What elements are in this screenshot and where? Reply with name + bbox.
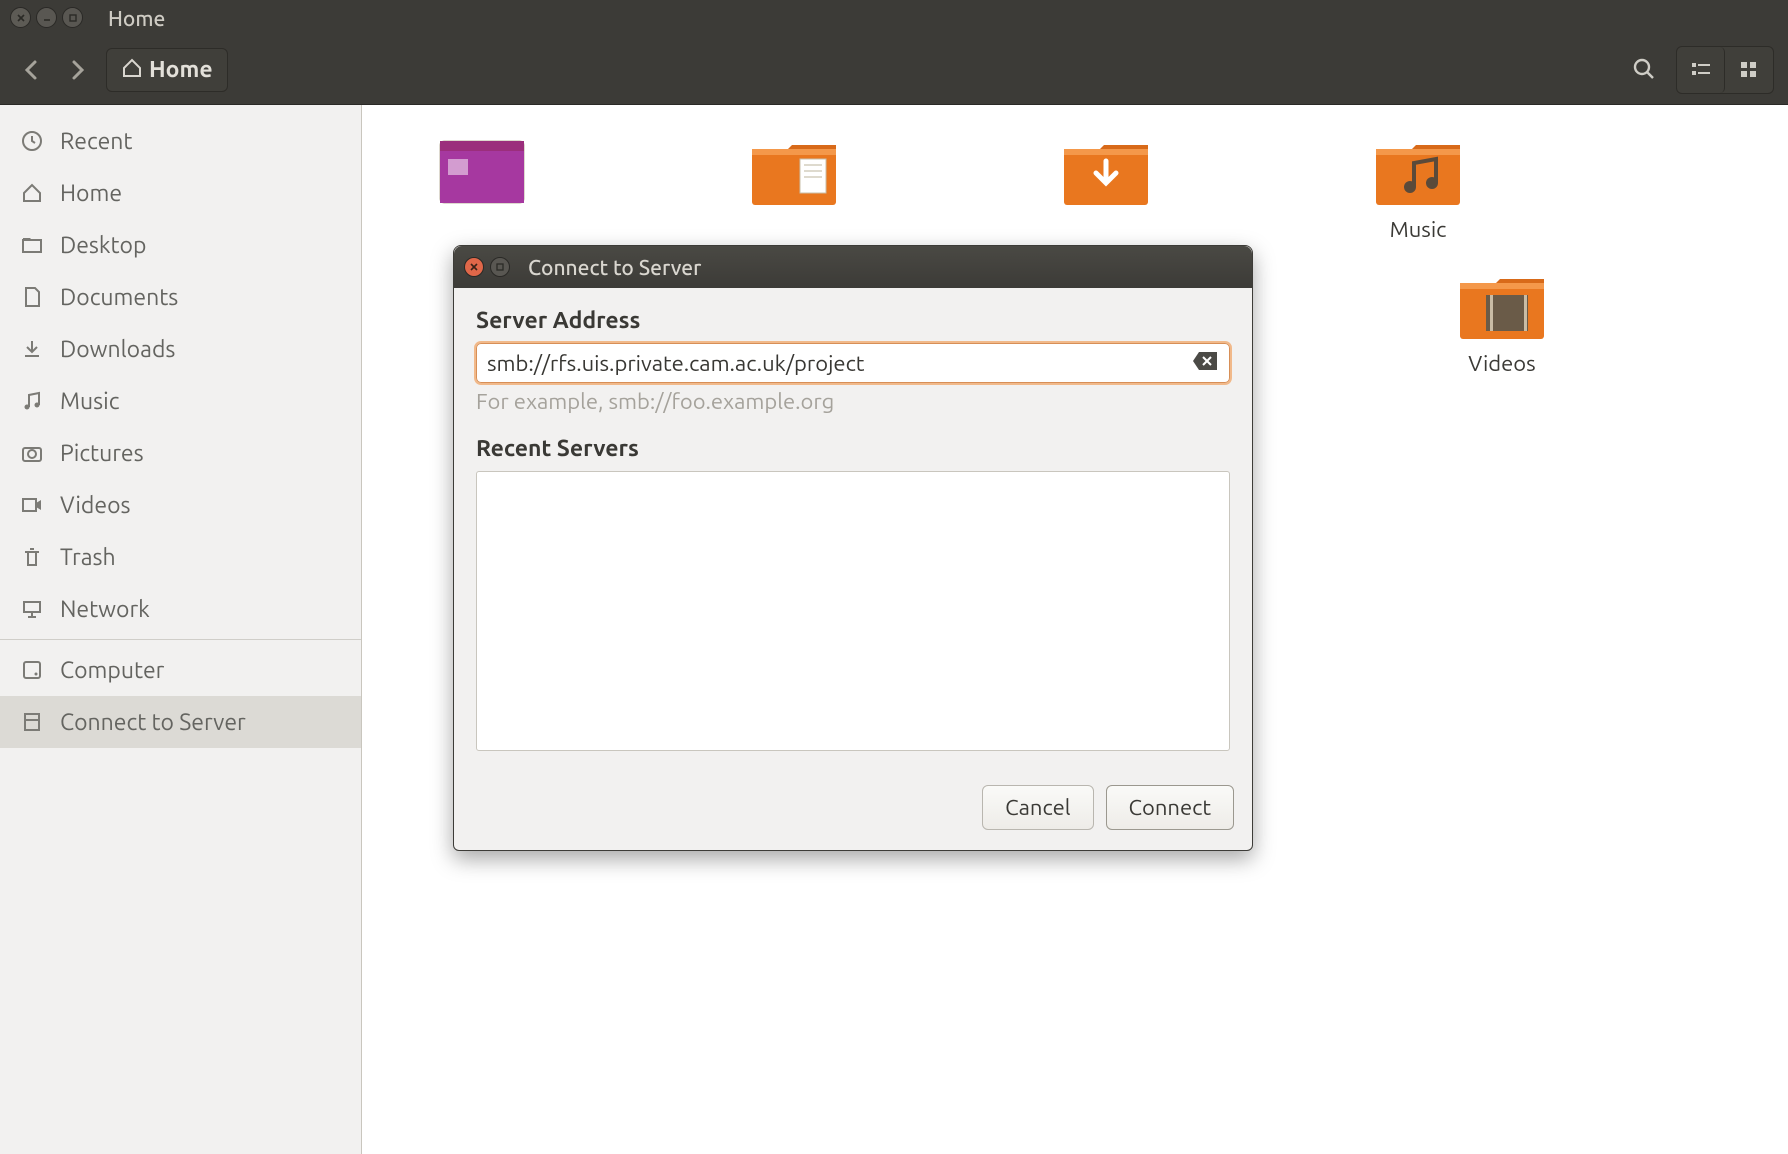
view-list-button[interactable] bbox=[1677, 47, 1725, 93]
dialog-titlebar: Connect to Server bbox=[454, 246, 1252, 288]
maximize-window-button[interactable] bbox=[62, 7, 83, 28]
sidebar-item-videos[interactable]: Videos bbox=[0, 479, 361, 531]
sidebar-label: Videos bbox=[60, 493, 131, 518]
sidebar-label: Music bbox=[60, 389, 119, 414]
sidebar-item-trash[interactable]: Trash bbox=[0, 531, 361, 583]
sidebar-label: Downloads bbox=[60, 337, 175, 362]
sidebar-label: Network bbox=[60, 597, 150, 622]
file-item-music[interactable]: Music bbox=[1358, 133, 1478, 242]
sidebar-item-computer[interactable]: Computer bbox=[0, 644, 361, 696]
connect-server-dialog: Connect to Server Server Address For exa… bbox=[453, 245, 1253, 851]
sidebar-label: Recent bbox=[60, 129, 132, 154]
sidebar-item-home[interactable]: Home bbox=[0, 167, 361, 219]
sidebar-item-network[interactable]: Network bbox=[0, 583, 361, 635]
trash-icon bbox=[18, 543, 46, 571]
view-grid-button[interactable] bbox=[1725, 47, 1773, 93]
sidebar: Recent Home Desktop Documents Downloads … bbox=[0, 105, 362, 1154]
network-icon bbox=[18, 595, 46, 623]
sidebar-label: Pictures bbox=[60, 441, 144, 466]
view-mode-group bbox=[1676, 46, 1774, 94]
sidebar-separator bbox=[0, 639, 361, 640]
server-icon bbox=[18, 708, 46, 736]
home-icon bbox=[18, 179, 46, 207]
minimize-window-button[interactable] bbox=[36, 7, 57, 28]
close-window-button[interactable] bbox=[10, 7, 31, 28]
dialog-maximize-button[interactable] bbox=[490, 257, 510, 277]
server-address-input[interactable] bbox=[487, 351, 1191, 376]
sidebar-label: Documents bbox=[60, 285, 178, 310]
home-icon bbox=[121, 57, 143, 83]
sidebar-item-pictures[interactable]: Pictures bbox=[0, 427, 361, 479]
cancel-button[interactable]: Cancel bbox=[982, 785, 1093, 830]
sidebar-item-downloads[interactable]: Downloads bbox=[0, 323, 361, 375]
file-label: Music bbox=[1390, 217, 1447, 242]
file-item-videos[interactable]: Videos bbox=[1442, 267, 1562, 376]
music-icon bbox=[18, 387, 46, 415]
recent-servers-list[interactable] bbox=[476, 471, 1230, 751]
server-address-hint: For example, smb://foo.example.org bbox=[476, 389, 1230, 414]
dialog-title: Connect to Server bbox=[528, 255, 701, 279]
recent-servers-label: Recent Servers bbox=[476, 436, 1230, 461]
clock-icon bbox=[18, 127, 46, 155]
file-label: Videos bbox=[1468, 351, 1535, 376]
server-address-row bbox=[476, 343, 1230, 383]
file-item-unknown-2[interactable] bbox=[734, 133, 854, 242]
sidebar-label: Computer bbox=[60, 658, 164, 683]
sidebar-label: Desktop bbox=[60, 233, 146, 258]
forward-button[interactable] bbox=[60, 47, 96, 93]
file-item-unknown-3[interactable] bbox=[1046, 133, 1166, 242]
sidebar-label: Home bbox=[60, 181, 122, 206]
sidebar-item-connect-server[interactable]: Connect to Server bbox=[0, 696, 361, 748]
sidebar-item-desktop[interactable]: Desktop bbox=[0, 219, 361, 271]
sidebar-label: Trash bbox=[60, 545, 116, 570]
video-icon bbox=[18, 491, 46, 519]
clear-input-button[interactable] bbox=[1191, 350, 1219, 376]
sidebar-item-documents[interactable]: Documents bbox=[0, 271, 361, 323]
toolbar: Home bbox=[0, 35, 1788, 105]
dialog-close-button[interactable] bbox=[464, 257, 484, 277]
location-home-button[interactable]: Home bbox=[106, 48, 228, 92]
sidebar-label: Connect to Server bbox=[60, 710, 246, 735]
search-button[interactable] bbox=[1620, 46, 1668, 92]
camera-icon bbox=[18, 439, 46, 467]
connect-button[interactable]: Connect bbox=[1106, 785, 1234, 830]
document-icon bbox=[18, 283, 46, 311]
server-address-label: Server Address bbox=[476, 308, 1230, 333]
sidebar-item-music[interactable]: Music bbox=[0, 375, 361, 427]
window-title: Home bbox=[108, 6, 165, 30]
download-icon bbox=[18, 335, 46, 363]
back-button[interactable] bbox=[14, 47, 50, 93]
disk-icon bbox=[18, 656, 46, 684]
location-label: Home bbox=[149, 57, 213, 82]
file-item-unknown-1[interactable] bbox=[422, 133, 542, 242]
folder-icon bbox=[18, 231, 46, 259]
window-titlebar: Home bbox=[0, 0, 1788, 35]
sidebar-item-recent[interactable]: Recent bbox=[0, 115, 361, 167]
